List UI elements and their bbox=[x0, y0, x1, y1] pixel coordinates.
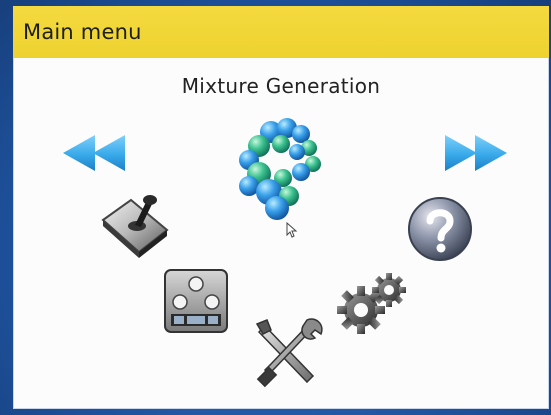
mouse-cursor-icon bbox=[286, 222, 298, 238]
settings-button[interactable] bbox=[337, 272, 409, 338]
joystick-button[interactable] bbox=[97, 190, 173, 262]
help-icon bbox=[408, 197, 472, 261]
screen: Main menu Mixture Generation bbox=[13, 6, 549, 409]
next-button[interactable] bbox=[439, 131, 511, 175]
selected-menu-item-label: Mixture Generation bbox=[181, 74, 381, 98]
control-panel-button[interactable] bbox=[163, 268, 229, 334]
title-bar: Main menu bbox=[13, 6, 549, 58]
tools-icon bbox=[255, 318, 323, 388]
previous-button[interactable] bbox=[59, 131, 131, 175]
rewind-icon bbox=[63, 135, 125, 171]
molecule-icon bbox=[239, 118, 321, 220]
control-panel-icon bbox=[164, 269, 228, 333]
gears-icon bbox=[337, 273, 406, 334]
window-title: Main menu bbox=[23, 20, 142, 44]
mixture-generation-button[interactable] bbox=[235, 114, 331, 222]
tools-button[interactable] bbox=[253, 316, 325, 388]
help-button[interactable] bbox=[405, 194, 475, 264]
fast-forward-icon bbox=[445, 135, 507, 171]
joystick-icon bbox=[101, 195, 169, 258]
